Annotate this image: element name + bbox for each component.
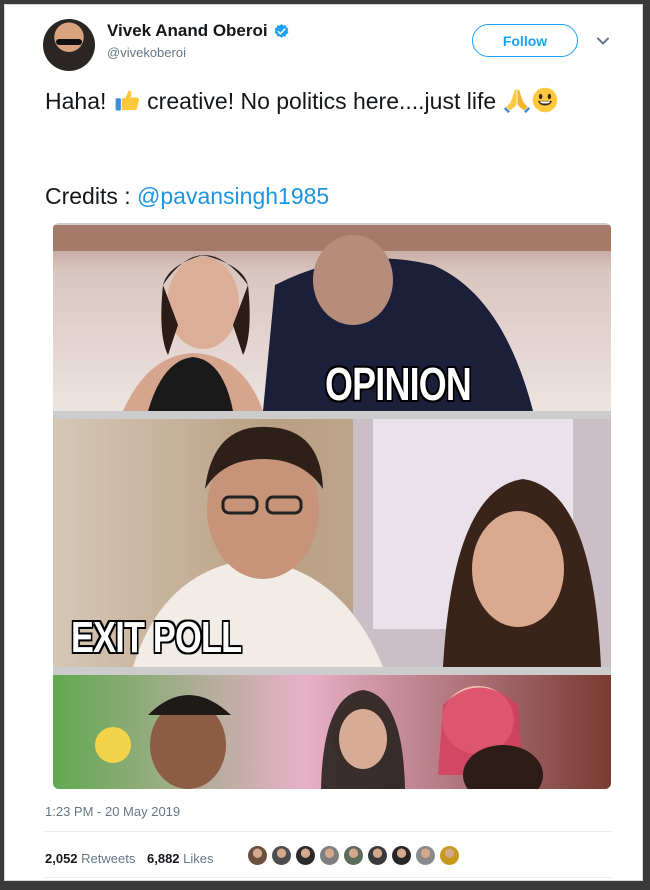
liker-avatar[interactable]	[416, 846, 435, 865]
tweet-media-image[interactable]: OPINION POLL EXIT POLL	[53, 223, 611, 789]
retweets-label: Retweets	[81, 851, 136, 866]
liker-avatar[interactable]	[320, 846, 339, 865]
divider-bottom	[45, 877, 611, 878]
meme-panel-opinion-poll: OPINION POLL	[53, 225, 611, 411]
likes-stat[interactable]: 6,882 Likes	[147, 851, 214, 866]
meme-panel-family	[53, 675, 611, 789]
author-handle[interactable]: @vivekoberoi	[107, 45, 186, 60]
liker-avatar[interactable]	[392, 846, 411, 865]
tweet-timestamp[interactable]: 1:23 PM - 20 May 2019	[45, 804, 180, 819]
follow-button[interactable]: Follow	[472, 24, 578, 57]
liker-avatar[interactable]	[440, 846, 459, 865]
credits-line: Credits : @pavansingh1985	[45, 183, 329, 210]
tweet-text-part2: creative! No politics here....just life	[140, 88, 497, 114]
panel3-illustration	[95, 686, 543, 789]
credits-mention-link[interactable]: @pavansingh1985	[137, 183, 329, 209]
exit-poll-caption: EXIT POLL	[70, 612, 243, 663]
tweet-text-part1: Haha!	[45, 88, 113, 114]
likes-label: Likes	[183, 851, 214, 866]
liker-avatar[interactable]	[248, 846, 267, 865]
tweet-stats: 2,052 Retweets 6,882 Likes	[45, 851, 214, 866]
opinion-poll-caption: OPINION POLL	[324, 357, 472, 411]
author-avatar[interactable]	[43, 19, 95, 71]
divider-top	[45, 831, 611, 832]
author-name-row: Vivek Anand Oberoi	[107, 21, 290, 41]
tweet-text: Haha! creative! No politics here....just…	[45, 85, 615, 117]
liker-avatar[interactable]	[344, 846, 363, 865]
tweet-card: Vivek Anand Oberoi @vivekoberoi Follow H…	[4, 4, 643, 881]
verified-badge-icon	[274, 23, 288, 38]
liker-avatar[interactable]	[296, 846, 315, 865]
folded-hands-emoji	[503, 89, 530, 114]
retweets-count: 2,052	[45, 851, 78, 866]
likes-count: 6,882	[147, 851, 180, 866]
chevron-down-icon[interactable]	[597, 36, 609, 46]
retweets-stat[interactable]: 2,052 Retweets	[45, 851, 135, 866]
credits-label: Credits :	[45, 183, 138, 209]
liker-avatar[interactable]	[368, 846, 387, 865]
smiley-emoji	[532, 87, 557, 113]
author-display-name[interactable]: Vivek Anand Oberoi	[107, 21, 268, 41]
thumbs-up-emoji	[115, 90, 139, 111]
liker-avatar[interactable]	[272, 846, 291, 865]
likers-avatar-row	[248, 846, 459, 865]
sunglasses-detail	[56, 39, 82, 45]
meme-panel-exit-poll: EXIT POLL	[53, 419, 611, 667]
